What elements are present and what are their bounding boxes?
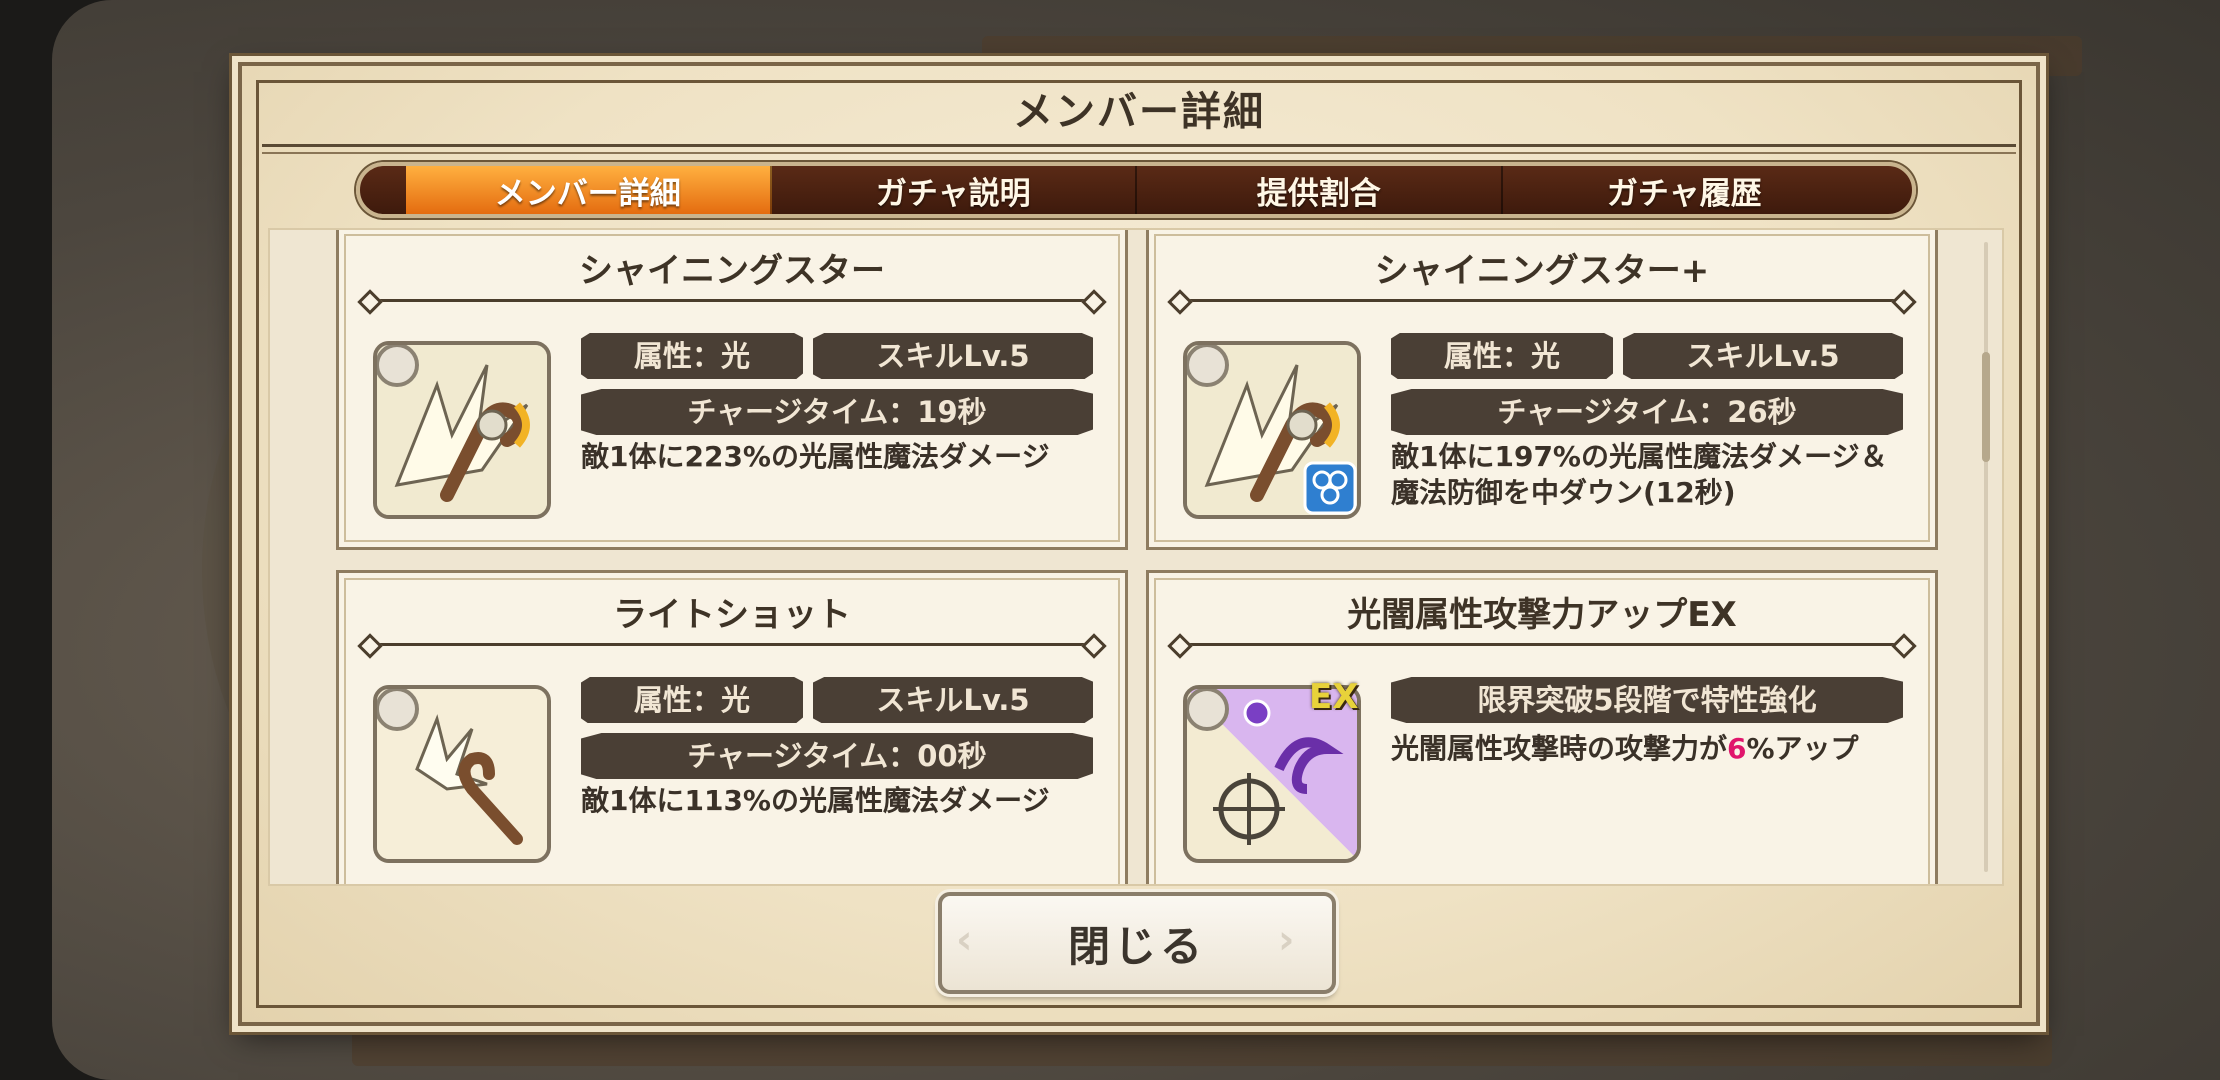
skill-title-divider <box>375 299 1089 302</box>
scrollbar-thumb[interactable] <box>1982 352 1990 462</box>
staff-burst-plus-icon <box>1183 341 1361 519</box>
trait-title-divider <box>1185 643 1899 646</box>
skill-card: シャイニングスター 属性：光 スキルLv.5 チャージタイム：19秒 敵1体に2… <box>336 230 1128 550</box>
skill-title: ライトショット <box>613 595 851 635</box>
scrollbar[interactable] <box>1982 242 1990 872</box>
ex-badge: EX <box>1309 677 1359 717</box>
skill-title: シャイニングスター <box>579 251 885 291</box>
attribute-label: 属性：光 <box>1391 333 1613 379</box>
skill-description: 敵1体に113%の光属性魔法ダメージ <box>581 784 1050 817</box>
chevron-left-icon: ‹ <box>956 917 977 963</box>
skill-card: ライトショット 属性：光 スキルLv.5 チャージタイム：00秒 敵1体に113… <box>336 570 1128 884</box>
charge-time-label: チャージタイム：26秒 <box>1391 389 1903 435</box>
icon-slot-indicator <box>1187 345 1229 387</box>
skill-list-scroll-area[interactable]: シャイニングスター 属性：光 スキルLv.5 チャージタイム：19秒 敵1体に2… <box>268 228 2004 886</box>
skill-description: 敵1体に197%の光属性魔法ダメージ＆魔法防御を中ダウン(12秒) <box>1391 440 1888 509</box>
trait-title: 光闇属性攻撃力アップEX <box>1347 595 1737 635</box>
icon-slot-indicator <box>377 345 419 387</box>
staff-burst-icon <box>373 341 551 519</box>
skill-description: 敵1体に223%の光属性魔法ダメージ <box>581 440 1050 473</box>
title-divider <box>262 144 2016 147</box>
trait-description-suffix: %アップ <box>1746 732 1859 765</box>
modal-title: メンバー詳細 <box>1013 89 1265 135</box>
close-button-label: 閉じる <box>1067 921 1206 971</box>
skill-title-divider <box>375 643 1089 646</box>
tab-member-detail[interactable]: メンバー詳細 <box>406 166 772 214</box>
charge-time-label: チャージタイム：00秒 <box>581 733 1093 779</box>
charge-time-label: チャージタイム：19秒 <box>581 389 1093 435</box>
skill-level-label: スキルLv.5 <box>813 333 1093 379</box>
attribute-label: 属性：光 <box>581 677 803 723</box>
background-footer-bar <box>352 1026 2052 1066</box>
tab-gacha-description[interactable]: ガチャ説明 <box>772 166 1137 214</box>
skill-title: シャイニングスター+ <box>1374 251 1710 291</box>
skill-level-label: スキルLv.5 <box>813 677 1093 723</box>
skill-card: シャイニングスター+ 属性：光 スキルLv.5 チャージタイム：26秒 敵1体に… <box>1146 230 1938 550</box>
chevron-right-icon: › <box>1278 917 1299 963</box>
trait-description: 光闇属性攻撃時の攻撃力が6%アップ <box>1391 731 1911 767</box>
staff-spark-icon <box>373 685 551 863</box>
trait-value: 6 <box>1727 732 1747 765</box>
close-button[interactable]: ‹ 閉じる › <box>938 892 1336 994</box>
icon-slot-indicator <box>377 689 419 731</box>
title-divider-secondary <box>262 152 2016 154</box>
icon-slot-indicator <box>1187 689 1229 731</box>
trait-card: 光闇属性攻撃力アップEX EX 限界突破5段階で特性強化 光闇属性攻撃時の攻撃力… <box>1146 570 1938 884</box>
attribute-label: 属性：光 <box>581 333 803 379</box>
tab-drop-rates[interactable]: 提供割合 <box>1137 166 1503 214</box>
trait-enhancement-label: 限界突破5段階で特性強化 <box>1391 677 1903 723</box>
skill-title-divider <box>1185 299 1899 302</box>
tab-bar: メンバー詳細 ガチャ説明 提供割合 ガチャ履歴 <box>356 162 1916 218</box>
skill-level-label: スキルLv.5 <box>1623 333 1903 379</box>
member-detail-modal: メンバー詳細 メンバー詳細 ガチャ説明 提供割合 ガチャ履歴 シャイニングスター <box>238 62 2040 1026</box>
trait-description-text: 光闇属性攻撃時の攻撃力が <box>1391 732 1728 765</box>
tab-gacha-history[interactable]: ガチャ履歴 <box>1503 166 1867 214</box>
